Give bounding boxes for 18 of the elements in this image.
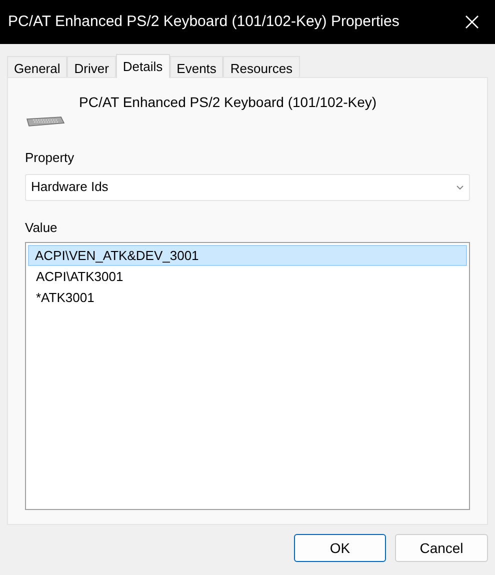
tab[interactable]: Details: [116, 54, 170, 78]
chevron-down-icon: [456, 184, 464, 190]
keyboard-icon: [25, 114, 65, 128]
close-icon[interactable]: [465, 15, 479, 29]
window-title: PC/AT Enhanced PS/2 Keyboard (101/102-Key) Properties: [8, 12, 400, 32]
dialog-button[interactable]: OK: [294, 534, 386, 562]
value-label: Value: [25, 218, 58, 236]
list-item[interactable]: *ATK3001: [28, 287, 467, 308]
list-item[interactable]: ACPI\ATK3001: [28, 266, 467, 287]
tab[interactable]: General: [7, 56, 68, 77]
list-item[interactable]: ACPI\VEN_ATK&DEV_3001: [28, 245, 467, 266]
device-name: PC/AT Enhanced PS/2 Keyboard (101/102-Key): [79, 93, 377, 112]
property-dropdown[interactable]: Hardware Ids: [25, 174, 470, 200]
dialog-button[interactable]: Cancel: [395, 534, 488, 562]
tab[interactable]: Driver: [67, 56, 116, 77]
tab[interactable]: Events: [170, 56, 224, 77]
tab[interactable]: Resources: [223, 56, 300, 77]
property-label: Property: [25, 149, 74, 167]
